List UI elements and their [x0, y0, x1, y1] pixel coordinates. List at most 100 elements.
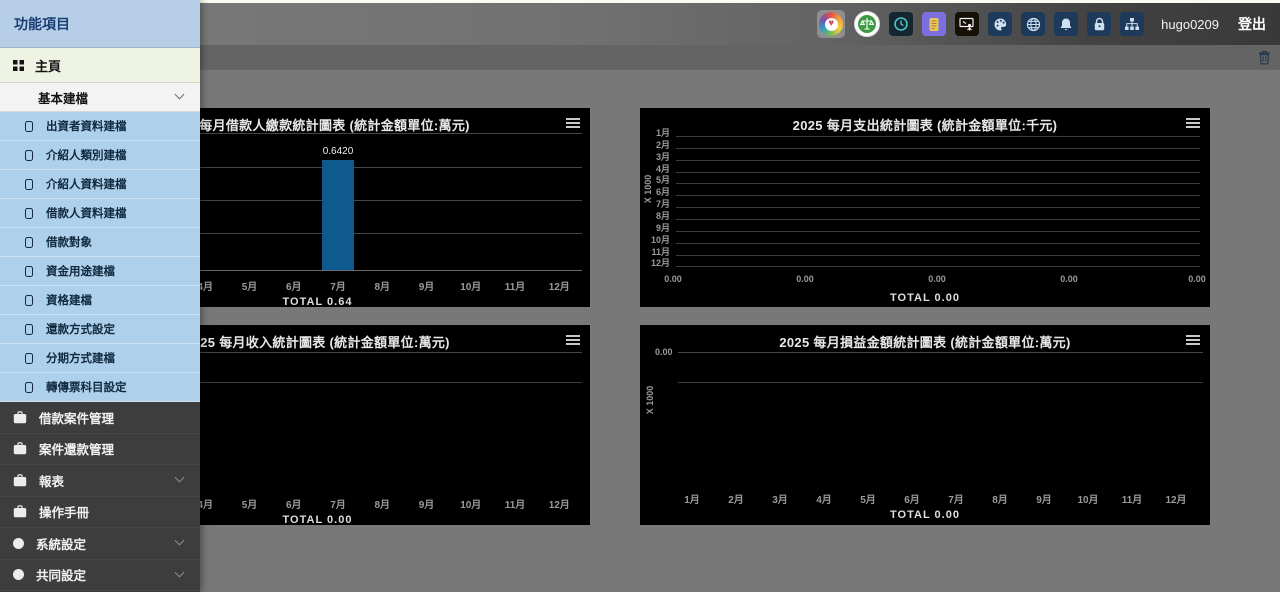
username[interactable]: hugo0209: [1161, 17, 1219, 32]
sidebar-subitem-label: 分期方式建檔: [46, 350, 115, 366]
sidebar-subitem[interactable]: 分期方式建檔: [0, 344, 200, 373]
sidebar-item-label: 操作手冊: [39, 502, 89, 521]
sphere-icon: [13, 538, 24, 549]
sidebar-sections: 借款案件管理案件還款管理報表操作手冊系統設定共同設定: [0, 402, 200, 591]
zero-line: [678, 352, 1203, 353]
briefcase-icon: [13, 442, 27, 455]
x-tick-label: 7月: [948, 491, 964, 506]
y-category-label: 12月: [646, 256, 670, 269]
bar-7月: [322, 160, 354, 270]
chevron-down-icon: [175, 567, 185, 577]
sidebar-subitem-label: 還款方式設定: [46, 321, 115, 337]
sidebar-subitem-label: 借款人資料建檔: [46, 205, 127, 221]
sidebar-subitem[interactable]: 資格建檔: [0, 286, 200, 315]
sidebar-title-label: 功能項目: [14, 14, 70, 34]
x-tick-label: 5月: [242, 278, 258, 293]
gridline: [676, 207, 1200, 208]
sidebar-item-label: 報表: [39, 471, 64, 490]
square-outline-icon: [25, 208, 33, 219]
chevron-down-icon: [175, 473, 185, 483]
sidebar-item-共同設定[interactable]: 共同設定: [0, 560, 200, 592]
briefcase-icon: [13, 411, 27, 424]
x-tick-label: 5月: [242, 496, 258, 511]
sidebar-subitem-label: 資格建檔: [46, 292, 92, 308]
scroll-icon[interactable]: [922, 12, 946, 36]
x-tick-label: 11月: [1122, 491, 1143, 506]
gridline: [676, 172, 1200, 173]
sidebar-item-label: 系統設定: [36, 534, 86, 553]
x-tick-label: 11月: [505, 496, 526, 511]
gridline: [676, 255, 1200, 256]
presentation-icon[interactable]: [955, 12, 979, 36]
trash-icon[interactable]: [1258, 50, 1271, 65]
x-tick-label: 12月: [1165, 491, 1186, 506]
bell-icon[interactable]: [1054, 12, 1078, 36]
palette-icon[interactable]: [988, 12, 1012, 36]
sidebar-item-借款案件管理[interactable]: 借款案件管理: [0, 402, 200, 434]
square-outline-icon: [25, 179, 33, 190]
green-scales-logo-icon[interactable]: [854, 11, 880, 37]
gridline: [676, 148, 1200, 149]
chart-total-label: TOTAL 0.00: [640, 292, 1210, 304]
colorful-flower-logo-icon[interactable]: ♥: [817, 10, 845, 38]
gridline: [676, 195, 1200, 196]
square-outline-icon: [25, 353, 33, 364]
sidebar-subitem[interactable]: 介紹人資料建檔: [0, 170, 200, 199]
sitemap-icon[interactable]: [1120, 12, 1144, 36]
globe-icon[interactable]: [1021, 12, 1045, 36]
gridline: [676, 243, 1200, 244]
sidebar-subitem-label: 借款對象: [46, 234, 92, 250]
sidebar-subitem[interactable]: 資金用途建檔: [0, 257, 200, 286]
briefcase-icon: [13, 474, 27, 487]
square-outline-icon: [25, 150, 33, 161]
sidebar-subitem-label: 介紹人資料建檔: [46, 176, 127, 192]
x-tick-label: 4月: [816, 491, 832, 506]
sidebar-title: 功能項目: [0, 0, 200, 48]
x-tick-label: 0.00: [928, 274, 946, 284]
gridline: [678, 382, 1203, 383]
chart-plot-area: 1月2月3月4月5月6月7月8月9月10月11月12月0.000.000.000…: [640, 108, 1210, 307]
sidebar-subitem[interactable]: 借款人資料建檔: [0, 199, 200, 228]
x-tick-label: 9月: [1036, 491, 1052, 506]
sidebar-subitem[interactable]: 出資者資料建檔: [0, 112, 200, 141]
sidebar-item-label: 借款案件管理: [39, 408, 114, 427]
sphere-icon: [13, 569, 24, 580]
sidebar-item-label: 案件還款管理: [39, 439, 114, 458]
sidebar-group-basic[interactable]: 基本建檔: [0, 83, 200, 112]
x-tick-label: 12月: [549, 278, 570, 293]
square-outline-icon: [25, 324, 33, 335]
sidebar-item-案件還款管理[interactable]: 案件還款管理: [0, 434, 200, 466]
sidebar-item-操作手冊[interactable]: 操作手冊: [0, 497, 200, 529]
sidebar-item-label: 主頁: [35, 56, 61, 75]
sidebar-subitem[interactable]: 借款對象: [0, 228, 200, 257]
x-tick-label: 6月: [904, 491, 920, 506]
sidebar-item-系統設定[interactable]: 系統設定: [0, 528, 200, 560]
x-tick-label: 12月: [549, 496, 570, 511]
clock-icon[interactable]: [889, 12, 913, 36]
square-outline-icon: [25, 295, 33, 306]
x-tick-label: 8月: [374, 496, 390, 511]
sidebar-item-報表[interactable]: 報表: [0, 465, 200, 497]
sidebar-item-home[interactable]: 主頁: [0, 48, 200, 83]
grid-icon: [13, 60, 24, 71]
square-outline-icon: [25, 121, 33, 132]
sidebar-subitem[interactable]: 轉傳票科目設定: [0, 373, 200, 402]
x-tick-label: 0.00: [1060, 274, 1078, 284]
sidebar-subitem[interactable]: 還款方式設定: [0, 315, 200, 344]
x-tick-label: 7月: [330, 496, 346, 511]
lock-icon[interactable]: [1087, 12, 1111, 36]
gridline: [676, 231, 1200, 232]
x-tick-label: 9月: [419, 278, 435, 293]
sidebar-subitem-label: 出資者資料建檔: [46, 118, 127, 134]
square-outline-icon: [25, 266, 33, 277]
gridline: [676, 266, 1200, 267]
x-tick-label: 9月: [419, 496, 435, 511]
x-tick-label: 3月: [772, 491, 788, 506]
sidebar-submenu: 出資者資料建檔介紹人類別建檔介紹人資料建檔借款人資料建檔借款對象資金用途建檔資格…: [0, 112, 200, 402]
logo-ring: ♥: [819, 12, 843, 36]
sidebar-subitem[interactable]: 介紹人類別建檔: [0, 141, 200, 170]
sidebar-menu: 功能項目 主頁 基本建檔 出資者資料建檔介紹人類別建檔介紹人資料建檔借款人資料建…: [0, 0, 200, 592]
gridline: [676, 160, 1200, 161]
x-tick-label: 7月: [330, 278, 346, 293]
logout-button[interactable]: 登出: [1238, 14, 1266, 34]
